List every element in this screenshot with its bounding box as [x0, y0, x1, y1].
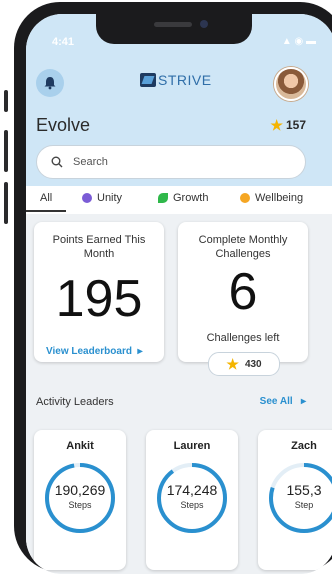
leader-unit: Step: [294, 500, 314, 510]
see-all-label: See All: [259, 396, 293, 407]
points-card-title: Points Earned This Month: [52, 234, 146, 260]
tab-label: Growth: [173, 192, 209, 204]
tab-label: Unity: [97, 192, 123, 204]
points-card: Points Earned This Month 195 View Leader…: [34, 222, 164, 362]
tab-all[interactable]: All: [40, 192, 52, 204]
ring-labels: 174,248 Steps: [154, 460, 230, 536]
challenges-card-title: Complete Monthly Challenges: [198, 234, 288, 260]
speaker: [154, 22, 192, 27]
challenges-card-value: 6: [228, 263, 258, 321]
tab-wellbeing[interactable]: Wellbeing: [240, 192, 303, 204]
leader-steps: 174,248: [166, 482, 218, 498]
brand-name: STRIVE: [158, 72, 212, 88]
leader-card[interactable]: Zach 155,3 Step: [258, 430, 332, 570]
volume-down-button: [4, 182, 8, 224]
tab-active-indicator: [26, 210, 66, 212]
points-badge[interactable]: ★ 157: [270, 118, 306, 132]
app-screen: 4:41 ▲ ◉ ▬ STRIVE Evolve ★ 157 Search Al…: [26, 14, 332, 574]
leader-card[interactable]: Lauren 174,248 Steps: [146, 430, 238, 570]
drop-icon: [240, 193, 250, 203]
challenge-points-value: 430: [244, 358, 262, 370]
logo-icon: [140, 73, 156, 87]
leader-unit: Steps: [68, 500, 92, 510]
challenges-left-label: Challenges left: [206, 332, 280, 344]
leader-name: Ankit: [66, 440, 94, 452]
leader-steps: 155,3: [286, 482, 322, 498]
tab-label: Wellbeing: [255, 192, 304, 204]
leader-steps: 190,269: [54, 482, 106, 498]
app-logo: STRIVE: [140, 72, 212, 88]
leader-unit: Steps: [180, 500, 204, 510]
chevron-right-icon: ▸: [134, 346, 143, 357]
leader-name: Zach: [291, 440, 317, 452]
globe-icon: [82, 193, 92, 203]
tab-label: All: [40, 192, 53, 204]
avatar[interactable]: [274, 67, 308, 101]
leader-card[interactable]: Ankit 190,269 Steps: [34, 430, 126, 570]
phone-frame: 4:41 ▲ ◉ ▬ STRIVE Evolve ★ 157 Search Al…: [0, 0, 332, 574]
star-icon: ★: [270, 117, 283, 133]
notch: [96, 14, 252, 44]
view-leaderboard-link[interactable]: View Leaderboard ▸: [46, 346, 143, 357]
page-title: Evolve: [36, 115, 91, 135]
chevron-right-icon: ▸: [295, 396, 306, 407]
volume-up-button: [4, 130, 8, 172]
see-all-link[interactable]: See All ▸: [260, 396, 306, 407]
points-card-value: 195: [55, 270, 143, 328]
points-value: 157: [285, 118, 306, 132]
bell-icon: [44, 77, 56, 90]
status-time: 4:41: [52, 36, 75, 48]
activity-leaders-heading: Activity Leaders: [36, 396, 114, 408]
status-icons: ▲ ◉ ▬: [281, 36, 316, 47]
ring-labels: 190,269 Steps: [42, 460, 118, 536]
star-icon: ★: [226, 356, 239, 372]
leaf-icon: [158, 193, 168, 203]
search-input[interactable]: [71, 155, 275, 169]
notifications-button[interactable]: [36, 69, 64, 97]
search-icon: [51, 156, 63, 168]
leader-name: Lauren: [173, 440, 211, 452]
search-bar[interactable]: [36, 145, 306, 179]
challenges-card: Complete Monthly Challenges 6 Challenges…: [178, 222, 308, 362]
link-label: View Leaderboard: [46, 346, 132, 357]
mute-switch: [4, 90, 8, 112]
challenge-points-pill[interactable]: ★ 430: [208, 352, 280, 376]
tab-growth[interactable]: Growth: [158, 192, 208, 204]
camera: [200, 20, 208, 28]
tab-unity[interactable]: Unity: [82, 192, 122, 204]
ring-labels: 155,3 Step: [266, 460, 332, 536]
